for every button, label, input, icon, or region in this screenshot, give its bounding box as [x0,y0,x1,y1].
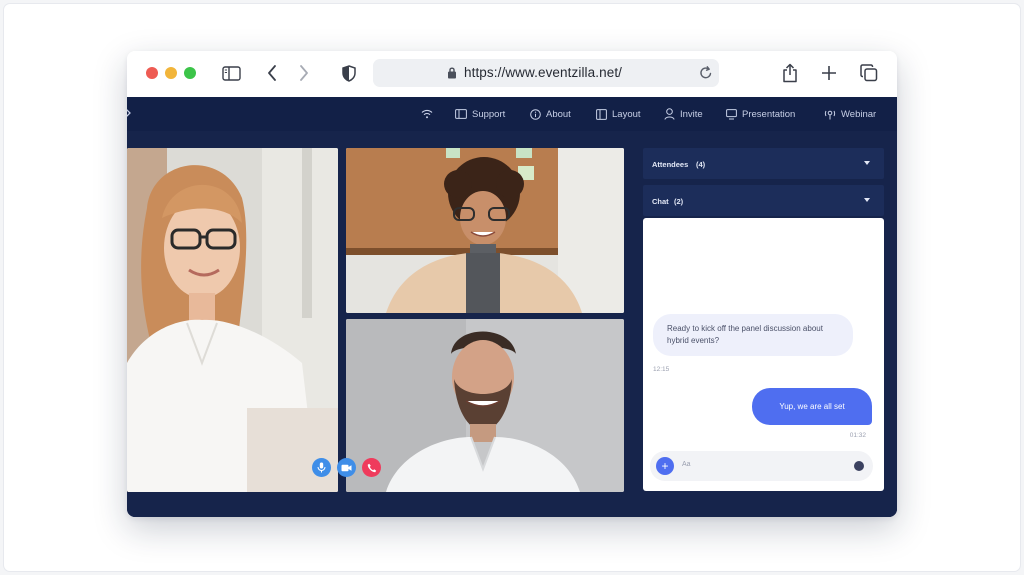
video-tile-top-right[interactable] [346,148,624,313]
chat-input[interactable]: + Aa [650,451,873,481]
forward-icon[interactable] [293,62,315,84]
call-controls [312,458,381,477]
nav-support-label: Support [472,108,506,120]
user-icon [664,108,675,120]
video-tile-main[interactable] [127,148,338,492]
chat-message-time: 01:32 [849,432,866,439]
hang-up-icon [367,463,376,472]
shield-icon[interactable] [338,62,360,84]
nav-support[interactable]: Support [455,106,505,122]
app-footer [127,497,897,517]
new-tab-icon[interactable] [818,62,840,84]
chat-panel-header[interactable]: Chat (2) [643,185,884,216]
camera-icon [341,464,352,471]
nav-invite[interactable]: Invite [664,106,703,122]
lock-icon [447,66,457,84]
app-nav-bar: Support About Layout Invite Presentation… [127,97,897,131]
nav-layout-label: Layout [612,108,641,120]
nav-presentation-label: Presentation [742,108,796,120]
video-tile-bottom-right[interactable] [346,319,624,492]
tabs-icon[interactable] [858,62,880,84]
chat-message-incoming: Ready to kick off the panel discussion a… [653,314,853,356]
microphone-icon [317,462,326,473]
chat-message-time: 12:15 [653,366,670,373]
reload-icon[interactable] [699,65,713,85]
wifi-icon [421,109,433,119]
nav-about[interactable]: About [530,106,571,122]
nav-webinar-label: Webinar [841,108,877,120]
send-icon[interactable] [854,461,864,471]
camera-button[interactable] [337,458,356,477]
event-app: Support About Layout Invite Presentation… [127,97,897,517]
chevron-down-icon [864,198,870,202]
participant-video-woman-glasses [127,148,338,492]
attendees-label: Attendees [652,160,689,169]
address-bar[interactable]: https://www.eventzilla.net/ [373,59,719,87]
share-icon[interactable] [779,62,801,84]
maximize-window-button[interactable] [184,67,196,79]
microphone-button[interactable] [312,458,331,477]
url-text: https://www.eventzilla.net/ [464,65,623,80]
info-icon [530,108,541,120]
nav-layout[interactable]: Layout [596,106,641,122]
monitor-icon [726,108,737,119]
chat-message-outgoing: Yup, we are all set [752,388,872,425]
chat-count: (2) [674,197,684,206]
webinar-icon [824,110,836,119]
hang-up-button[interactable] [362,458,381,477]
close-window-button[interactable] [146,67,158,79]
attendees-panel-header[interactable]: Attendees (4) [643,148,884,179]
chevron-down-icon [864,161,870,165]
participant-video-woman-curly [346,148,624,313]
minimize-window-button[interactable] [165,67,177,79]
attendees-count: (4) [696,160,706,169]
browser-window: https://www.eventzilla.net/ Support Abou… [127,51,897,517]
chat-box: Ready to kick off the panel discussion a… [643,218,884,491]
back-icon[interactable] [261,62,283,84]
chat-label: Chat [652,197,669,206]
participant-video-man-beard [346,319,624,492]
add-attachment-icon[interactable]: + [656,457,674,475]
nav-webinar[interactable]: Webinar [824,106,876,122]
nav-invite-label: Invite [680,108,703,120]
nav-about-label: About [546,108,571,120]
sidebar-toggle-icon[interactable] [220,62,242,84]
support-icon [455,109,467,119]
chat-input-placeholder: Aa [682,461,691,468]
collapse-sidebar-icon[interactable] [127,108,131,118]
nav-presentation[interactable]: Presentation [726,106,795,122]
nav-wifi[interactable] [421,106,438,122]
layout-icon [596,108,607,120]
browser-toolbar: https://www.eventzilla.net/ [127,51,897,97]
